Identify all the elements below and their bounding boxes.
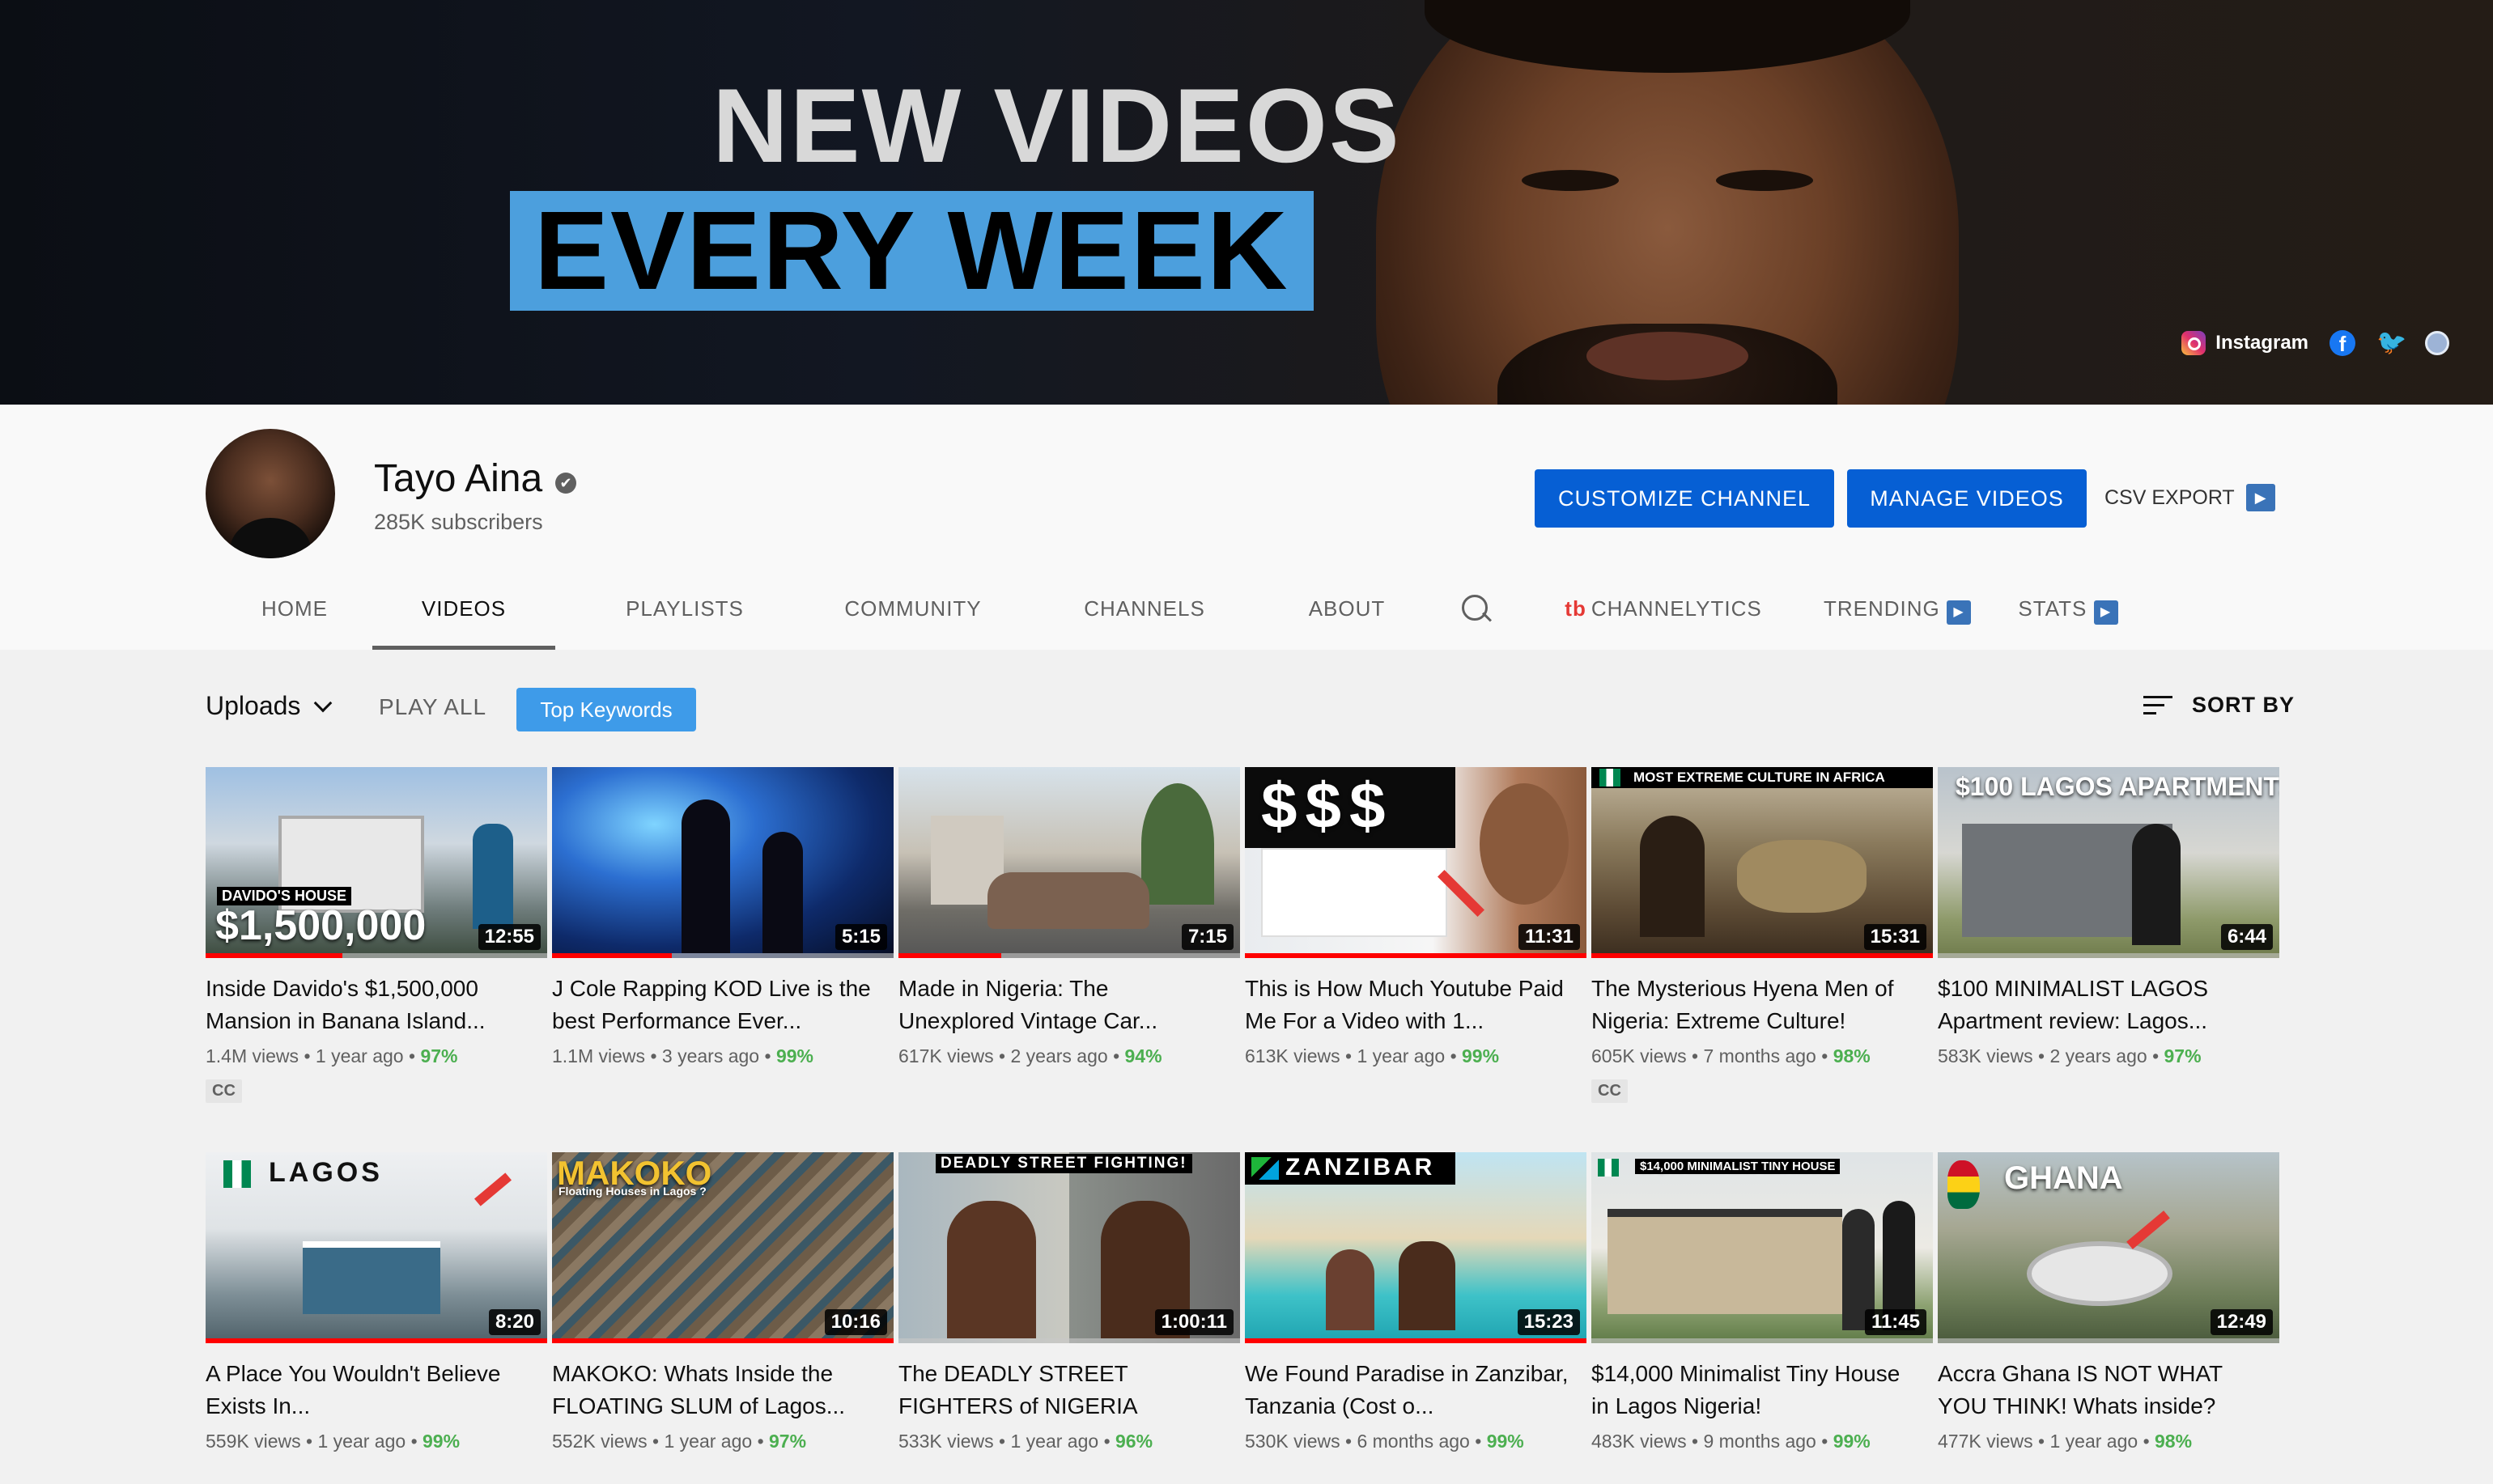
extension-play-icon: ▶ (2093, 600, 2118, 625)
banner-headline: NEW VIDEOS (712, 66, 1401, 184)
like-ratio: 94% (1124, 1045, 1162, 1066)
tab-channelytics[interactable]: tb CHANNELYTICS (1554, 579, 1773, 650)
video-thumbnail[interactable]: MOST EXTREME CULTURE IN AFRICA 15:31 (1591, 767, 1933, 958)
video-title[interactable]: J Cole Rapping KOD Live is the best Perf… (552, 973, 884, 1037)
like-ratio: 98% (2155, 1431, 2193, 1452)
extension-play-icon: ▶ (2245, 484, 2275, 511)
channel-tabs: HOME VIDEOS PLAYLISTS COMMUNITY CHANNELS… (206, 579, 2302, 650)
video-title[interactable]: This is How Much Youtube Paid Me For a V… (1245, 973, 1577, 1037)
search-icon[interactable] (1459, 591, 1494, 627)
video-title[interactable]: Made in Nigeria: The Unexplored Vintage … (898, 973, 1230, 1037)
avatar[interactable] (206, 429, 335, 558)
video-meta: 605K views • 7 months ago • 98% (1591, 1045, 1871, 1066)
like-ratio: 97% (420, 1045, 458, 1066)
duration-badge: 11:31 (1518, 924, 1580, 950)
banner-links: Instagram f 🐦 (2181, 330, 2449, 356)
video-title[interactable]: MAKOKO: Whats Inside the FLOATING SLUM o… (552, 1358, 884, 1423)
video-title[interactable]: We Found Paradise in Zanzibar, Tanzania … (1245, 1358, 1577, 1423)
duration-badge: 12:55 (478, 924, 541, 950)
video-thumbnail[interactable]: 7:15 (898, 767, 1240, 958)
video-thumbnail[interactable]: GHANA 12:49 (1938, 1152, 2279, 1343)
extension-play-icon: ▶ (1947, 600, 1971, 625)
instagram-icon (2181, 331, 2206, 355)
video-thumbnail[interactable]: MAKOKO Floating Houses in Lagos ? 10:16 (552, 1152, 894, 1343)
top-keywords-button[interactable]: Top Keywords (516, 688, 696, 731)
facebook-icon[interactable]: f (2329, 330, 2355, 356)
cc-badge: CC (1591, 1079, 1628, 1103)
cc-badge: CC (206, 1079, 242, 1103)
video-title[interactable]: Inside Davido's $1,500,000 Mansion in Ba… (206, 973, 537, 1037)
like-ratio: 99% (1486, 1431, 1524, 1452)
video-thumbnail[interactable]: ZANZIBAR 15:23 (1245, 1152, 1586, 1343)
like-ratio: 96% (1115, 1431, 1153, 1452)
like-ratio: 97% (2164, 1045, 2202, 1066)
website-globe-icon[interactable] (2425, 331, 2449, 355)
tab-videos[interactable]: VIDEOS (372, 579, 555, 650)
manage-videos-button[interactable]: MANAGE VIDEOS (1847, 469, 2087, 528)
sort-icon (2143, 694, 2172, 717)
tab-community[interactable]: COMMUNITY (809, 579, 1017, 650)
video-meta: 533K views • 1 year ago • 96% (898, 1431, 1153, 1452)
video-meta: 613K views • 1 year ago • 99% (1245, 1045, 1500, 1066)
video-meta: 617K views • 2 years ago • 94% (898, 1045, 1162, 1066)
tab-trending[interactable]: TRENDING ▶ (1816, 579, 1978, 650)
video-title[interactable]: The Mysterious Hyena Men of Nigeria: Ext… (1591, 973, 1923, 1037)
customize-channel-button[interactable]: CUSTOMIZE CHANNEL (1535, 469, 1834, 528)
video-thumbnail[interactable]: $14,000 MINIMALIST TINY HOUSE 11:45 (1591, 1152, 1933, 1343)
like-ratio: 99% (775, 1045, 813, 1066)
duration-badge: 15:23 (1517, 1309, 1580, 1335)
video-meta: 530K views • 6 months ago • 99% (1245, 1431, 1524, 1452)
video-title[interactable]: Accra Ghana IS NOT WHAT YOU THINK! Whats… (1938, 1358, 2270, 1423)
video-thumbnail[interactable]: 5:15 (552, 767, 894, 958)
video-meta: 552K views • 1 year ago • 97% (552, 1431, 807, 1452)
channelytics-logo-icon: tb (1565, 596, 1586, 621)
video-meta: 1.4M views • 1 year ago • 97% (206, 1045, 458, 1066)
video-title[interactable]: The DEADLY STREET FIGHTERS of NIGERIA (898, 1358, 1230, 1423)
play-all-button[interactable]: PLAY ALL (379, 694, 486, 720)
uploads-dropdown[interactable]: Uploads (206, 691, 333, 721)
video-thumbnail[interactable]: $$$ 11:31 (1245, 767, 1586, 958)
video-thumbnail[interactable]: DEADLY STREET FIGHTING! 1:00:11 (898, 1152, 1240, 1343)
video-thumbnail[interactable]: DAVIDO'S HOUSE $1,500,000 12:55 (206, 767, 547, 958)
tab-playlists[interactable]: PLAYLISTS (588, 579, 782, 650)
tab-stats[interactable]: STATS ▶ (2007, 579, 2129, 650)
video-title[interactable]: $14,000 Minimalist Tiny House in Lagos N… (1591, 1358, 1923, 1423)
sort-by-button[interactable]: SORT BY (2143, 693, 2295, 718)
banner-subheadline: EVERY WEEK (510, 191, 1314, 311)
duration-badge: 7:15 (1181, 924, 1234, 950)
chevron-down-icon (314, 693, 333, 712)
subscriber-count: 285K subscribers (374, 510, 543, 534)
duration-badge: 11:45 (1864, 1309, 1926, 1335)
duration-badge: 12:49 (2210, 1309, 2273, 1335)
like-ratio: 99% (1833, 1431, 1871, 1452)
duration-badge: 5:15 (835, 924, 887, 950)
verified-check-icon: ✔ (555, 473, 576, 494)
twitter-icon[interactable]: 🐦 (2376, 331, 2406, 355)
channel-banner: NEW VIDEOS EVERY WEEK Instagram f 🐦 (0, 0, 2493, 405)
tab-channels[interactable]: CHANNELS (1047, 579, 1242, 650)
like-ratio: 97% (769, 1431, 807, 1452)
duration-badge: 10:16 (824, 1309, 887, 1335)
video-meta: 483K views • 9 months ago • 99% (1591, 1431, 1871, 1452)
instagram-link[interactable]: Instagram (2181, 331, 2308, 355)
tab-about[interactable]: ABOUT (1258, 579, 1436, 650)
video-thumbnail[interactable]: LAGOS 8:20 (206, 1152, 547, 1343)
duration-badge: 8:20 (488, 1309, 541, 1335)
duration-badge: 15:31 (1863, 924, 1926, 950)
duration-badge: 1:00:11 (1154, 1309, 1234, 1335)
video-title[interactable]: A Place You Wouldn't Believe Exists In..… (206, 1358, 537, 1423)
video-title[interactable]: $100 MINIMALIST LAGOS Apartment review: … (1938, 973, 2270, 1037)
video-meta: 1.1M views • 3 years ago • 99% (552, 1045, 813, 1066)
like-ratio: 99% (1462, 1045, 1500, 1066)
csv-export-button[interactable]: CSV EXPORT ▶ (2104, 484, 2275, 511)
like-ratio: 99% (423, 1431, 461, 1452)
video-meta: 477K views • 1 year ago • 98% (1938, 1431, 2193, 1452)
channel-name: Tayo Aina (374, 457, 543, 500)
tab-home[interactable]: HOME (206, 579, 384, 650)
video-thumbnail[interactable]: $100 LAGOS APARTMENTS 6:44 (1938, 767, 2279, 958)
video-meta: 583K views • 2 years ago • 97% (1938, 1045, 2202, 1066)
like-ratio: 98% (1833, 1045, 1871, 1066)
video-meta: 559K views • 1 year ago • 99% (206, 1431, 461, 1452)
duration-badge: 6:44 (2220, 924, 2273, 950)
